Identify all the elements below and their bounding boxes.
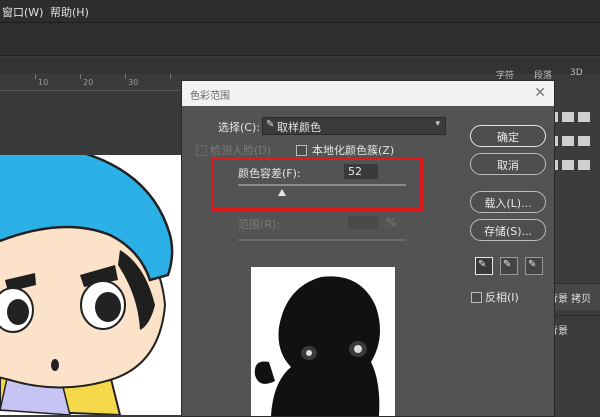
menu-bar: 窗口(W) 帮助(H) <box>0 0 600 23</box>
range-unit: % <box>386 216 397 229</box>
preview-silhouette <box>254 276 380 416</box>
menu-help[interactable]: 帮助(H) <box>50 4 89 20</box>
ruler-label: 20 <box>83 78 94 87</box>
select-value: 取样颜色 <box>277 121 321 134</box>
threshold-icon[interactable] <box>578 160 590 170</box>
cartoon-character <box>0 155 174 415</box>
invert-checkbox[interactable] <box>471 292 482 303</box>
menu-window[interactable]: 窗口(W) <box>2 4 43 20</box>
range-input[interactable] <box>348 216 378 229</box>
color-range-dialog: 色彩范围 ✕ 选择(C): ✎ 取样颜色 ▾ 检测人脸(D) 本地化颜色簇(Z)… <box>181 80 555 417</box>
range-slider-track[interactable] <box>238 239 406 241</box>
ruler-label: 10 <box>38 78 49 87</box>
tab-3d[interactable]: 3D <box>570 68 583 78</box>
dialog-title: 色彩范围 <box>190 91 230 102</box>
eyedropper-add-icon[interactable]: ✎ <box>500 257 518 275</box>
detect-faces-checkbox[interactable] <box>196 145 207 156</box>
levels-icon[interactable] <box>562 112 574 122</box>
save-button[interactable]: 存储(S)... <box>470 219 546 241</box>
mouth <box>51 359 59 371</box>
ruler-label: 30 <box>128 78 139 87</box>
select-dropdown[interactable]: ✎ 取样颜色 ▾ <box>262 117 446 135</box>
options-bar <box>0 23 600 56</box>
range-label: 范围(R): <box>238 218 280 231</box>
dialog-title-bar: 色彩范围 ✕ <box>182 81 554 106</box>
load-button[interactable]: 载入(L)... <box>470 191 546 213</box>
invert-label: 反相(I) <box>485 291 519 304</box>
chevron-down-icon: ▾ <box>435 119 440 129</box>
right-pupil <box>7 299 29 325</box>
detect-faces-label: 检测人脸(D) <box>210 144 272 157</box>
localized-clusters-checkbox[interactable] <box>296 145 307 156</box>
document-canvas[interactable] <box>0 155 182 415</box>
color-balance-icon[interactable] <box>578 136 590 146</box>
select-label: 选择(C): <box>218 121 260 134</box>
eyedropper-subtract-icon[interactable]: ✎ <box>525 257 543 275</box>
annotation-highlight-box <box>211 157 423 211</box>
eyedropper-tool-icon[interactable]: ✎ <box>475 257 493 275</box>
horizontal-ruler: 10 20 30 <box>0 74 185 91</box>
close-icon[interactable]: ✕ <box>534 85 546 101</box>
curves-icon[interactable] <box>578 112 590 122</box>
eyedropper-icon: ✎ <box>266 119 275 130</box>
ok-button[interactable]: 确定 <box>470 125 546 147</box>
localized-clusters-label: 本地化颜色簇(Z) <box>312 144 395 157</box>
selection-preview <box>251 267 395 416</box>
cancel-button[interactable]: 取消 <box>470 153 546 175</box>
posterize-icon[interactable] <box>562 160 574 170</box>
left-pupil <box>95 292 121 322</box>
hue-icon[interactable] <box>562 136 574 146</box>
